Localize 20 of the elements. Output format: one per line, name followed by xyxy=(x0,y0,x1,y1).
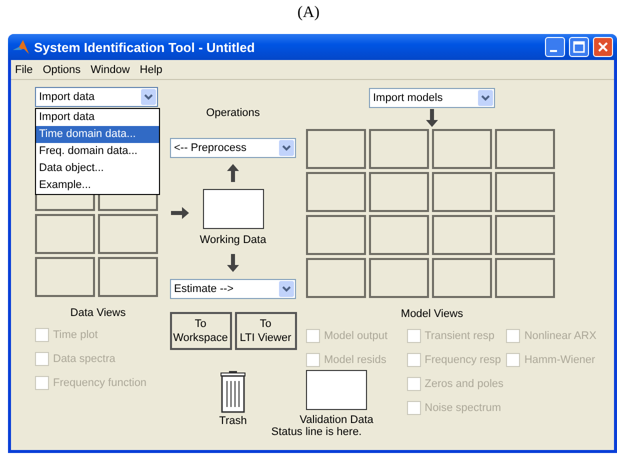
checkbox-label: Time plot xyxy=(53,329,98,341)
checkbox-label: Transient resp xyxy=(424,330,495,342)
checkbox-label: Data spectra xyxy=(53,353,116,365)
window-title: System Identification Tool - Untitled xyxy=(34,40,256,54)
status-line: Status line is here. xyxy=(271,426,362,438)
checkbox-label: Frequency function xyxy=(53,377,147,389)
trash-label: Trash xyxy=(219,415,247,427)
checkbox-label: Model output xyxy=(324,330,388,342)
working-data-label: Working Data xyxy=(200,234,266,246)
section-title: Data Views xyxy=(69,307,127,319)
validation-data-label: Validation Data xyxy=(300,414,374,426)
checkbox-label: Frequency resp xyxy=(424,354,502,366)
checkbox-label: Zeros and poles xyxy=(424,378,504,390)
section-title: Operations xyxy=(206,107,260,119)
figure-caption: (A) xyxy=(296,3,321,23)
checkbox-label: Model resids xyxy=(324,354,386,366)
checkbox-label: Noise spectrum xyxy=(424,402,502,414)
section-title: Model Views xyxy=(400,308,464,320)
checkbox-label: Nonlinear ARX xyxy=(524,330,596,342)
checkbox-label: Hamm-Wiener xyxy=(524,354,596,366)
